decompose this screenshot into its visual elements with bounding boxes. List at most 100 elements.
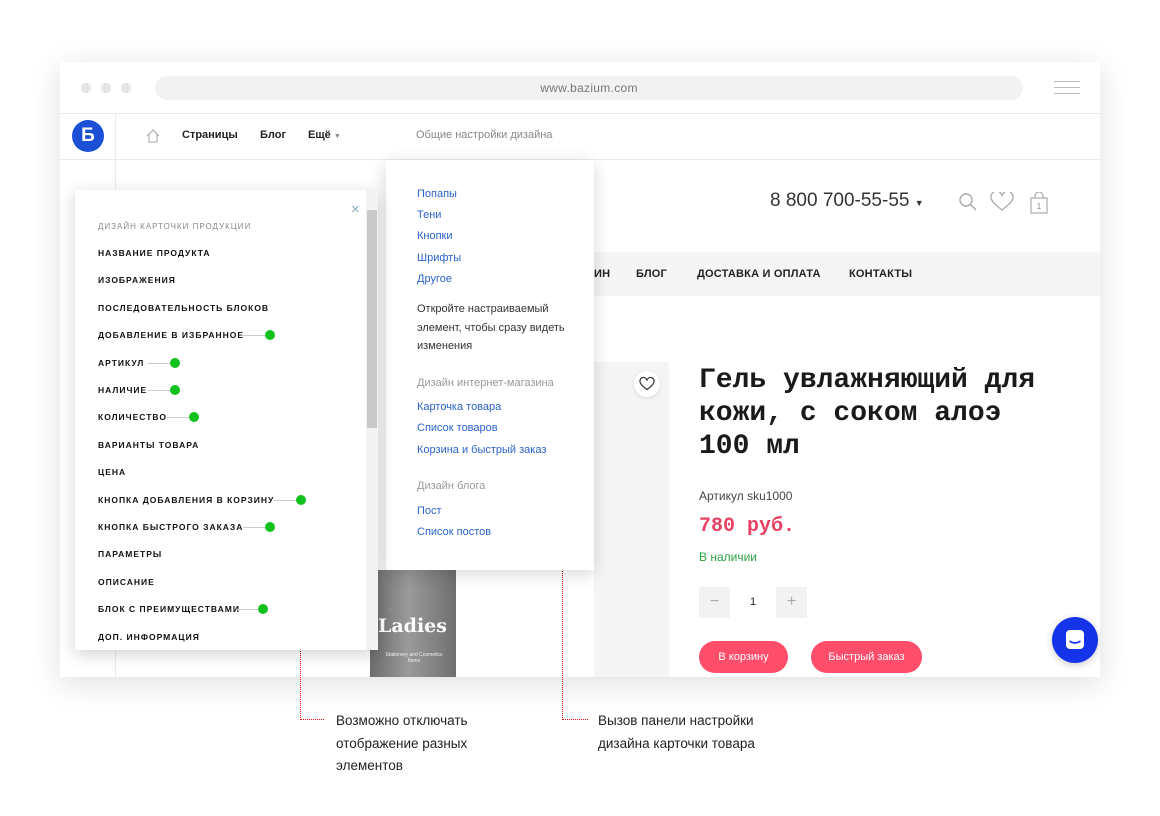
window-dot[interactable]	[121, 83, 131, 93]
toggle-knob	[258, 604, 269, 615]
panel-item-label: ПОСЛЕДОВАТЕЛЬНОСТЬ БЛОКОВ	[98, 302, 270, 313]
annotation-line-right-horizontal	[562, 719, 588, 720]
toggle-track	[242, 527, 265, 528]
cart-icon[interactable]: 1	[1030, 192, 1048, 214]
panel-item-toggle[interactable]	[148, 384, 182, 396]
panel-item-toggle[interactable]	[242, 329, 277, 341]
dropdown-link-other[interactable]: Другое	[417, 273, 452, 285]
chat-icon	[1066, 630, 1084, 649]
nav-blog[interactable]: Блог	[260, 129, 286, 141]
panel-item-toggle[interactable]	[242, 521, 277, 533]
dropdown-link-cart[interactable]: Корзина и быстрый заказ	[417, 444, 546, 456]
annotation-right-line-1: Вызов панели настройки	[598, 713, 754, 728]
site-logo[interactable]: Б	[72, 120, 104, 152]
annotation-left-line-3: элементов	[336, 758, 403, 773]
window-dot[interactable]	[81, 83, 91, 93]
product-tube-image: ♡ Ladies Stationery and Cosmetics Items	[370, 570, 456, 677]
close-icon[interactable]: ×	[351, 202, 360, 217]
add-to-cart-button[interactable]: В корзину	[699, 641, 788, 673]
quick-order-button[interactable]: Быстрый заказ	[811, 641, 922, 673]
toggle-track	[167, 417, 189, 419]
stock-status: В наличии	[699, 550, 758, 564]
product-image	[594, 362, 669, 677]
panel-item-label: БЛОК С ПРЕИМУЩЕСТВАМИ	[98, 604, 240, 615]
panel-item-toggle[interactable]	[148, 357, 182, 369]
heart-icon	[639, 376, 655, 391]
toggle-track	[148, 390, 171, 391]
heart-icon[interactable]	[990, 192, 1014, 212]
tube-caption: Stationery and Cosmetics Items	[385, 652, 443, 664]
header-phone[interactable]: 8 800 700-55-55 ▼	[770, 190, 924, 212]
product-card-design-panel: ДИЗАЙН КАРТОЧКИ ПРОДУКЦИИ × НАЗВАНИЕ ПРО…	[75, 190, 378, 650]
url-bar[interactable]: www.bazium.com	[155, 76, 1023, 100]
tube-heart-icon: ♡	[388, 608, 393, 614]
quantity-input[interactable]: 1	[730, 587, 776, 618]
divider	[115, 114, 116, 160]
design-settings-dropdown: Попапы Тени Кнопки Шрифты Другое Откройт…	[386, 160, 594, 570]
main-nav-shop[interactable]: ИН	[594, 268, 610, 280]
panel-item-label: ИЗОБРАЖЕНИЯ	[98, 275, 176, 286]
dropdown-link-popups[interactable]: Попапы	[417, 188, 457, 200]
chevron-down-icon: ▼	[914, 198, 924, 208]
dropdown-link-post-list[interactable]: Список постов	[417, 526, 491, 538]
favorite-button[interactable]	[634, 371, 660, 397]
panel-item-label: НАЗВАНИЕ ПРОДУКТА	[98, 248, 211, 258]
panel-item-label: ДОБАВЛЕНИЕ В ИЗБРАННОЕ	[98, 330, 245, 341]
panel-item-toggle[interactable]	[167, 411, 201, 423]
quantity-stepper: − 1 +	[699, 587, 807, 618]
main-nav-blog[interactable]: БЛОГ	[636, 268, 667, 280]
toggle-knob	[264, 330, 275, 341]
chevron-down-icon: ▼	[333, 133, 341, 140]
toggle-knob	[296, 494, 307, 505]
panel-item-label: КОЛИЧЕСТВО	[98, 412, 167, 423]
panel-title: ДИЗАЙН КАРТОЧКИ ПРОДУКЦИИ	[98, 222, 252, 231]
home-icon[interactable]	[145, 128, 161, 144]
dropdown-link-post[interactable]: Пост	[417, 505, 442, 517]
panel-item-label: КНОПКА БЫСТРОГО ЗАКАЗА	[98, 522, 244, 532]
scrollbar-thumb[interactable]	[367, 210, 377, 428]
dropdown-link-product-card[interactable]: Карточка товара	[417, 401, 501, 413]
nav-more-label: Ещё	[308, 129, 331, 141]
panel-item-toggle[interactable]	[274, 494, 308, 506]
toggle-track	[236, 609, 259, 611]
browser-chrome: www.bazium.com	[60, 62, 1100, 114]
window-dot[interactable]	[101, 83, 111, 93]
panel-item-toggle[interactable]	[236, 603, 270, 615]
quantity-increase-button[interactable]: +	[776, 587, 807, 618]
panel-item-label: ДОП. ИНФОРМАЦИЯ	[98, 631, 200, 642]
browser-window: www.bazium.com Б Страницы Блог Ещё ▼ Общ…	[60, 62, 1100, 677]
chat-button[interactable]	[1052, 617, 1098, 663]
toggle-track	[242, 335, 265, 337]
svg-text:1: 1	[1037, 202, 1042, 211]
toggle-track	[148, 362, 171, 364]
annotation-left-line-1: Возможно отключать	[336, 713, 468, 728]
dropdown-link-product-list[interactable]: Список товаров	[417, 422, 498, 434]
toggle-knob	[189, 412, 199, 423]
dropdown-link-buttons[interactable]: Кнопки	[417, 230, 453, 242]
menu-icon[interactable]	[1054, 81, 1080, 95]
panel-item-label: АРТИКУЛ	[98, 357, 145, 368]
nav-design-settings[interactable]: Общие настройки дизайна	[416, 129, 552, 141]
dropdown-link-shadows[interactable]: Тени	[417, 209, 441, 221]
toggle-knob	[264, 522, 275, 532]
product-price: 780 руб.	[699, 515, 796, 538]
panel-item-label: КНОПКА ДОБАВЛЕНИЯ В КОРЗИНУ	[98, 494, 275, 505]
annotation-line-left-horizontal	[300, 719, 324, 720]
toggle-track	[274, 499, 297, 501]
main-nav-contacts[interactable]: КОНТАКТЫ	[849, 268, 912, 280]
product-title: Гель увлажняющий для кожи, с соком алоэ …	[699, 365, 1036, 462]
annotation-left-line-2: отображение разных	[336, 735, 468, 751]
quantity-decrease-button[interactable]: −	[699, 587, 730, 618]
dropdown-link-fonts[interactable]: Шрифты	[417, 252, 461, 264]
nav-pages[interactable]: Страницы	[182, 129, 238, 141]
toggle-knob	[170, 385, 181, 395]
main-nav-delivery[interactable]: ДОСТАВКА И ОПЛАТА	[697, 268, 821, 280]
annotation-right: Вызов панели настройки дизайна карточки …	[598, 710, 755, 755]
panel-item-label: ОПИСАНИЕ	[98, 576, 155, 587]
panel-item-label: ПАРАМЕТРЫ	[98, 549, 163, 560]
search-icon[interactable]	[958, 192, 978, 212]
toggle-knob	[170, 357, 181, 368]
annotation-left: Возможно отключать отображение разных эл…	[336, 710, 468, 778]
dropdown-blog-heading: Дизайн блога	[417, 480, 486, 492]
nav-more[interactable]: Ещё ▼	[308, 129, 341, 141]
